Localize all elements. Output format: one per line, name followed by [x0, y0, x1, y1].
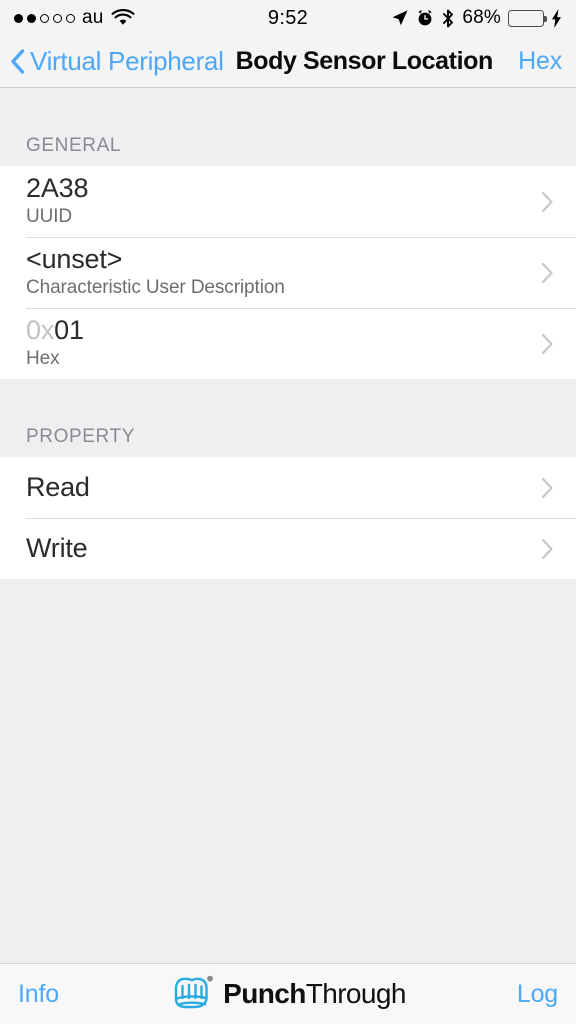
- status-bar-right: 68%: [391, 7, 562, 29]
- bluetooth-icon: [443, 9, 454, 27]
- section-group-property: Read Write: [0, 457, 576, 579]
- battery-percent: 68%: [462, 7, 501, 28]
- section-group-general: 2A38 UUID <unset> Characteristic User De…: [0, 166, 576, 379]
- row-hex-value-value: 0x01: [26, 315, 84, 345]
- back-button[interactable]: Virtual Peripheral: [10, 46, 224, 77]
- log-button[interactable]: Log: [517, 980, 558, 1009]
- chevron-right-icon: [541, 477, 553, 498]
- hex-button[interactable]: Hex: [518, 47, 562, 76]
- row-write[interactable]: Write: [0, 518, 576, 579]
- row-write-label: Write: [26, 532, 88, 563]
- chevron-left-icon: [11, 49, 25, 74]
- chevron-right-icon: [541, 333, 553, 354]
- row-user-description-value: <unset>: [26, 244, 123, 274]
- status-bar: au 9:52 68%: [0, 0, 576, 36]
- chevron-right-icon: [541, 538, 553, 559]
- brand-bold: Punch: [223, 978, 306, 1009]
- back-button-label: Virtual Peripheral: [30, 46, 224, 76]
- settings-table[interactable]: GENERAL 2A38 UUID <unset> Characteristic…: [0, 89, 576, 963]
- brand-light: Through: [305, 978, 407, 1009]
- location-arrow-icon: [392, 10, 408, 26]
- info-button[interactable]: Info: [18, 980, 59, 1009]
- row-user-description[interactable]: <unset> Characteristic User Description: [0, 237, 576, 308]
- section-header-general: GENERAL: [26, 135, 122, 156]
- lightning-bolt-icon: [552, 8, 561, 28]
- row-hex-value-subtitle: Hex: [26, 348, 60, 370]
- section-header-property: PROPERTY: [26, 426, 135, 447]
- punchthrough-wordmark: PunchThrough: [223, 978, 406, 1010]
- bottom-toolbar: Info PunchThrough Log: [0, 963, 576, 1024]
- row-user-description-subtitle: Characteristic User Description: [26, 277, 285, 299]
- navigation-bar: Virtual Peripheral Body Sensor Location …: [0, 36, 576, 88]
- hex-prefix: 0x: [26, 315, 55, 345]
- app-root: au 9:52 68% Virtual Peripheral Body Sens…: [0, 0, 576, 1024]
- alarm-clock-icon: [418, 10, 432, 26]
- punchthrough-brand: PunchThrough: [0, 974, 576, 1014]
- row-uuid-value: 2A38: [26, 173, 89, 203]
- page-title: Body Sensor Location: [235, 47, 494, 75]
- row-hex-value[interactable]: 0x01 Hex: [0, 308, 576, 379]
- row-uuid-subtitle: UUID: [26, 206, 73, 228]
- row-read[interactable]: Read: [0, 457, 576, 518]
- punchthrough-fist-logo: [170, 974, 214, 1014]
- row-read-label: Read: [26, 471, 90, 502]
- battery-icon: [508, 9, 547, 27]
- row-uuid[interactable]: 2A38 UUID: [0, 166, 576, 237]
- chevron-right-icon: [541, 191, 553, 212]
- chevron-right-icon: [541, 262, 553, 283]
